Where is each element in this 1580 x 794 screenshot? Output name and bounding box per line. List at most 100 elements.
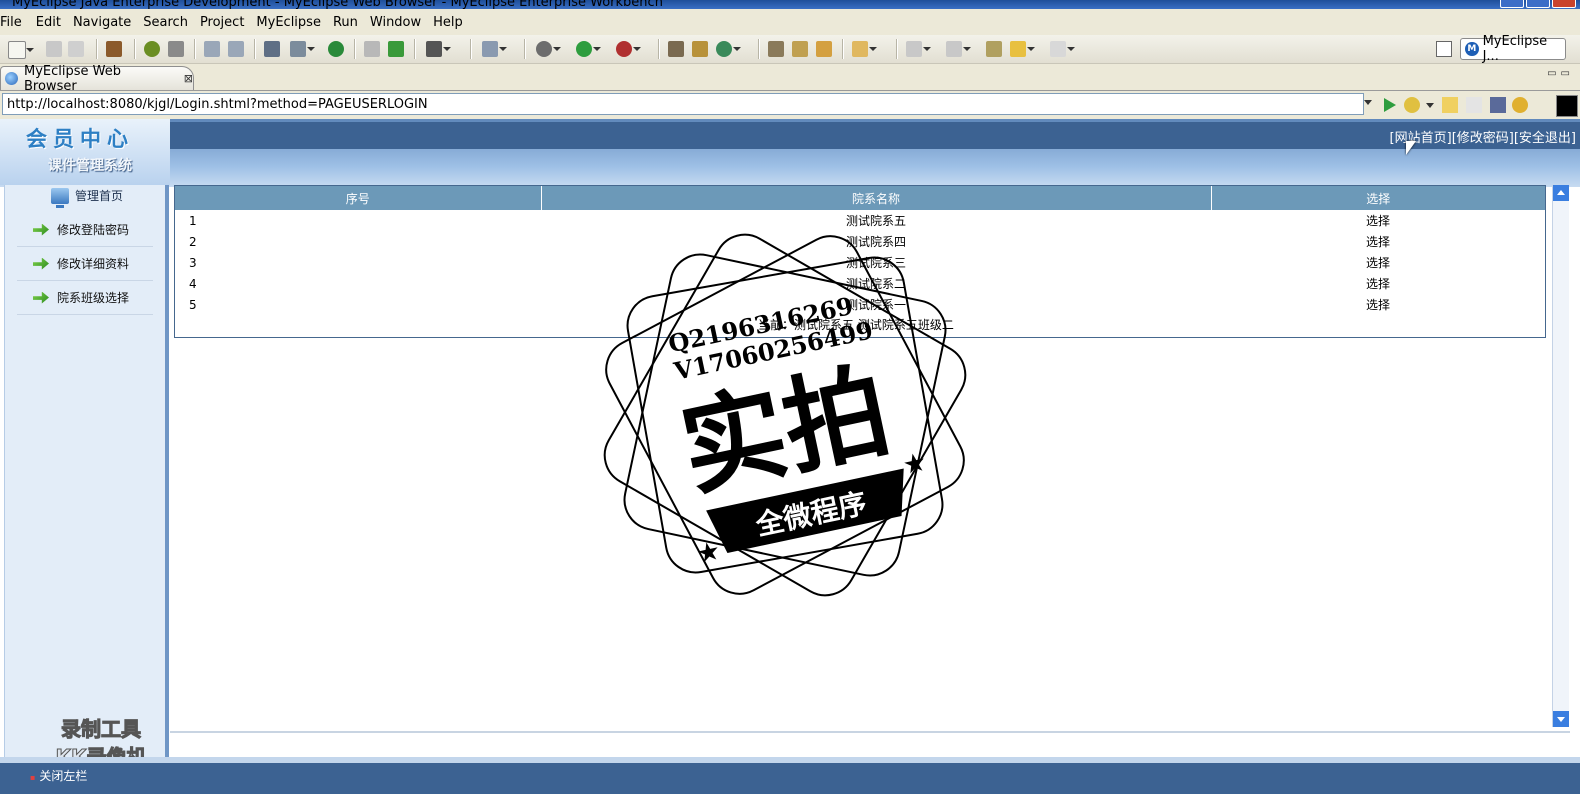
package-icon[interactable] [106, 41, 122, 57]
external-tools-icon[interactable] [616, 41, 641, 57]
menu-run[interactable]: Run [329, 15, 366, 30]
menu-search[interactable]: Search [139, 15, 196, 30]
cell-no: 1 [189, 213, 197, 228]
table-row: 2 测试院系四 选择 [175, 231, 1545, 252]
previous-annotation-icon[interactable] [946, 41, 971, 57]
cell-no: 5 [189, 297, 197, 312]
link-logout[interactable]: [安全退出] [1514, 127, 1576, 146]
browser-extra-button[interactable] [1556, 95, 1578, 117]
refresh-icon[interactable] [1512, 97, 1528, 113]
main-toolbar: M MyEclipse J... [0, 34, 1580, 64]
add-icon[interactable] [388, 41, 404, 57]
green-arrow-icon [33, 291, 49, 304]
content-divider [170, 731, 1570, 733]
select-link[interactable]: 选择 [1211, 273, 1545, 294]
cell-no: 2 [189, 234, 197, 249]
browser-url-bar [0, 91, 1580, 119]
link-site-home[interactable]: [网站首页] [1390, 127, 1452, 146]
next-annotation-icon[interactable] [906, 41, 931, 57]
cell-name: 测试院系一 [845, 298, 906, 312]
debug-run-icon[interactable] [536, 41, 561, 57]
select-link[interactable]: 选择 [1211, 231, 1545, 252]
toolbar-separator [96, 39, 98, 59]
select-link[interactable]: 选择 [1211, 294, 1545, 315]
editor-tab-row: MyEclipse Web Browser ⊠ ▭▭ [0, 64, 1580, 94]
toolbar-separator [758, 39, 760, 59]
new-java-project-icon[interactable] [668, 41, 684, 57]
tab-web-browser[interactable]: MyEclipse Web Browser ⊠ [0, 64, 194, 94]
pin-icon[interactable] [792, 41, 808, 57]
open-perspective-icon[interactable] [1436, 41, 1452, 57]
sidebar-item-change-password[interactable]: 修改登陆密码 [17, 213, 153, 247]
col-header-select: 选择 [1211, 186, 1545, 210]
save-icon[interactable] [46, 41, 62, 57]
browser-back-icon[interactable] [1442, 97, 1458, 113]
toolbar-separator [134, 39, 136, 59]
toolbar-separator [254, 39, 256, 59]
scroll-down-arrow-icon[interactable] [1553, 711, 1569, 727]
run-server-icon[interactable] [290, 41, 315, 57]
deploy-icon[interactable] [264, 41, 280, 57]
open-folder-icon[interactable] [852, 41, 877, 57]
menu-project[interactable]: Project [196, 15, 252, 30]
new-wizard-icon[interactable] [8, 41, 34, 59]
minimize-maximize-icons[interactable]: ▭▭ [1547, 68, 1574, 79]
new-package-icon[interactable] [692, 41, 708, 57]
print-icon[interactable] [68, 41, 84, 57]
sidebar-item-department-class[interactable]: 院系班级选择 [17, 281, 153, 315]
run-icon[interactable] [576, 41, 601, 57]
logo-title: 会员中心 [26, 127, 134, 151]
last-edit-icon[interactable] [986, 41, 1002, 57]
menu-navigate[interactable]: Navigate [69, 15, 139, 30]
globe-icon[interactable] [328, 41, 344, 57]
minimize-button[interactable] [1500, 0, 1524, 8]
col-header-name: 院系名称 [541, 186, 1212, 210]
watermark-line: 录制工具 [61, 717, 142, 742]
select-link[interactable]: 选择 [1211, 252, 1545, 273]
close-left-panel-link[interactable]: 关闭左栏 [30, 767, 87, 784]
cell-no: 3 [189, 255, 197, 270]
new-class-icon[interactable] [716, 41, 741, 57]
window-controls [1500, 0, 1576, 8]
sidebar-item-edit-profile[interactable]: 修改详细资料 [17, 247, 153, 281]
cell-name: 测试院系三 [845, 256, 906, 270]
url-history-dropdown-icon[interactable] [1364, 100, 1372, 105]
perspective-switcher[interactable]: M MyEclipse J... [1460, 34, 1566, 64]
debug-bug-icon[interactable] [144, 41, 160, 57]
find-icon[interactable] [228, 41, 244, 57]
menu-myeclipse[interactable]: MyEclipse [252, 15, 329, 30]
new-project-icon[interactable] [482, 41, 507, 57]
favorites-icon[interactable] [1404, 97, 1420, 113]
link-change-password[interactable]: [修改密码] [1452, 127, 1514, 146]
close-tab-icon[interactable]: ⊠ [184, 72, 193, 85]
forward-icon[interactable] [1050, 41, 1075, 57]
edit-icon[interactable] [204, 41, 220, 57]
folder-icon[interactable] [816, 41, 832, 57]
back-icon[interactable] [1010, 41, 1035, 57]
menu-edit[interactable]: Edit [30, 15, 69, 30]
close-window-button[interactable] [1552, 0, 1576, 8]
menu-help[interactable]: Help [429, 15, 471, 30]
menu-file[interactable]: File [0, 15, 30, 30]
sidebar-home-link[interactable]: 管理首页 [51, 187, 123, 208]
browser-forward-icon[interactable] [1466, 97, 1482, 113]
cell-name: 测试院系四 [845, 235, 906, 249]
server-icon[interactable] [168, 41, 184, 57]
go-icon[interactable] [1384, 98, 1396, 112]
open-type-icon[interactable] [364, 41, 380, 57]
globe-icon [5, 72, 18, 85]
vertical-scrollbar[interactable] [1552, 185, 1569, 727]
menu-window[interactable]: Window [366, 15, 429, 30]
select-link[interactable]: 选择 [1211, 210, 1545, 231]
url-input[interactable] [2, 93, 1364, 115]
favorites-dropdown-icon[interactable] [1426, 103, 1434, 108]
open-task-icon[interactable] [768, 41, 784, 57]
main-content: 序号 院系名称 选择 1 测试院系五 选择 2 测试院系四 选择 3 测试院系三… [170, 185, 1550, 729]
maximize-button[interactable] [1526, 0, 1550, 8]
system-name: 课件管理系统 [48, 158, 132, 174]
left-sidebar: 管理首页 修改登陆密码 修改详细资料 院系班级选择 录制工具 KK录像机 [4, 185, 169, 770]
stop-icon[interactable] [1490, 97, 1506, 113]
toolbar-separator [524, 39, 526, 59]
screenshot-icon[interactable] [426, 41, 451, 57]
scroll-up-arrow-icon[interactable] [1553, 185, 1569, 201]
